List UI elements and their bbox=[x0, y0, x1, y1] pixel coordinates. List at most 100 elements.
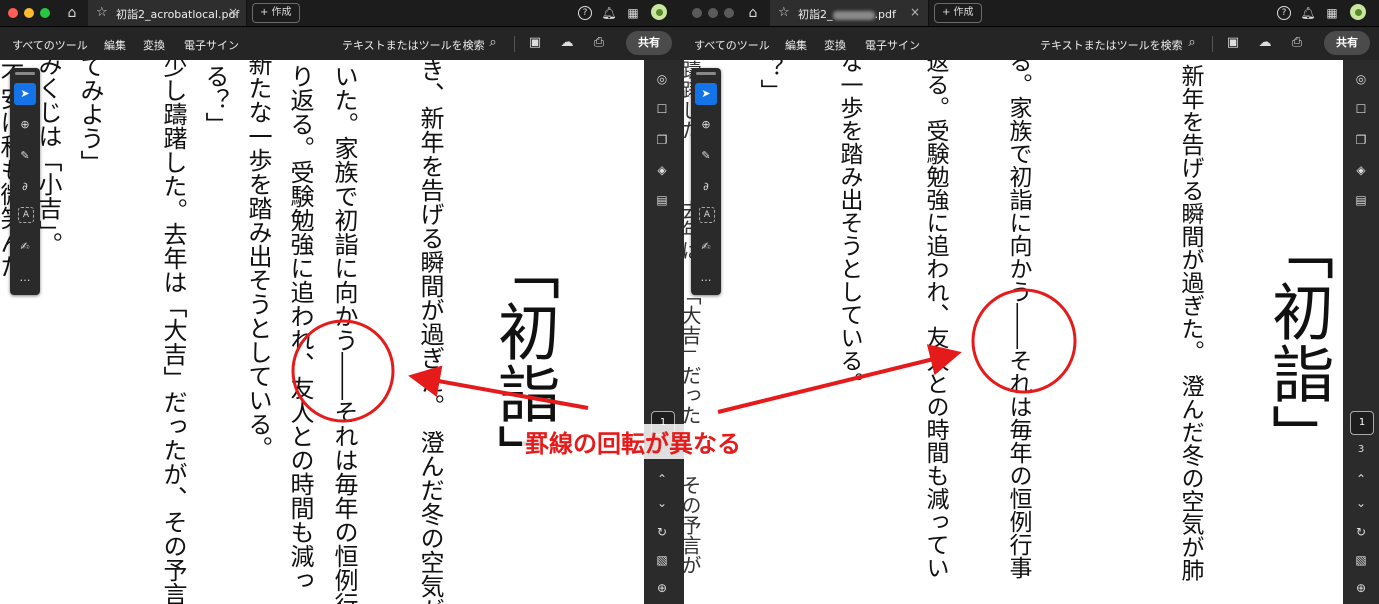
more-icon[interactable]: … bbox=[695, 267, 717, 289]
zoom-window-button[interactable] bbox=[40, 8, 50, 18]
avatar[interactable] bbox=[651, 4, 667, 20]
text-column: いた。家族で初詣に向かう――それは毎年の恒例行 bbox=[330, 64, 358, 604]
close-tab-icon[interactable]: × bbox=[910, 5, 920, 19]
text-select-icon[interactable]: A bbox=[18, 207, 34, 223]
draw-icon[interactable]: ∂ bbox=[695, 176, 717, 198]
text-column: 「大吉」だった bbox=[684, 285, 702, 425]
menu-convert[interactable]: 変換 bbox=[824, 37, 846, 53]
close-window-button[interactable] bbox=[692, 8, 702, 18]
select-icon[interactable]: ➤ bbox=[695, 83, 717, 105]
menu-convert[interactable]: 変換 bbox=[143, 37, 165, 53]
print-icon[interactable]: ⎙ bbox=[590, 34, 608, 52]
attachment-icon[interactable]: ▤ bbox=[653, 191, 671, 209]
sign-icon[interactable]: ✍ bbox=[14, 236, 36, 258]
help-icon[interactable]: ? bbox=[1277, 6, 1291, 20]
sign-icon[interactable]: ✍ bbox=[695, 236, 717, 258]
create-button[interactable]: + 作成 bbox=[934, 3, 982, 23]
zoom-in-icon[interactable]: ⊕ bbox=[1352, 579, 1370, 597]
close-window-button[interactable] bbox=[8, 8, 18, 18]
minimize-window-button[interactable] bbox=[24, 8, 34, 18]
chevron-up-icon[interactable]: ⌃ bbox=[1352, 470, 1370, 488]
menu-all-tools[interactable]: すべてのツール bbox=[12, 37, 88, 53]
rotate-icon[interactable]: ↻ bbox=[653, 523, 671, 541]
menu-edit[interactable]: 編集 bbox=[785, 37, 807, 53]
layers-icon[interactable]: ◈ bbox=[653, 161, 671, 179]
page-number-current[interactable]: 1 bbox=[1350, 411, 1374, 435]
select-icon[interactable]: ➤ bbox=[14, 83, 36, 105]
document-tab[interactable]: ☆ 初詣2_acrobatlocal.pdf × bbox=[88, 0, 247, 26]
text-column: り返る。受験勉強に追われ、友人との時間も減っ bbox=[286, 64, 314, 592]
star-icon[interactable]: ☆ bbox=[778, 5, 790, 20]
search-label[interactable]: テキストまたはツールを検索 bbox=[342, 37, 485, 53]
draw-icon[interactable]: ∂ bbox=[14, 176, 36, 198]
highlight-icon[interactable]: ✎ bbox=[14, 145, 36, 167]
chevron-down-icon[interactable]: ⌄ bbox=[1352, 494, 1370, 512]
star-icon[interactable]: ☆ bbox=[96, 5, 108, 20]
heading-title: 「初詣」 bbox=[1261, 218, 1334, 466]
attachment-icon[interactable]: ▤ bbox=[1352, 191, 1370, 209]
document-view[interactable]: 躊躇した 去年は 「大吉」だった その予言が 新年を告げる瞬間が過ぎた。 澄んだ… bbox=[684, 60, 1343, 604]
menu-e-sign[interactable]: 電子サイン bbox=[865, 37, 920, 53]
layers-icon[interactable]: ◈ bbox=[1352, 161, 1370, 179]
main-toolbar: すべてのツール 編集 変換 電子サイン テキストまたはツールを検索 ⌕ ▣ ☁ … bbox=[0, 27, 684, 60]
bookmark-icon[interactable]: ☐ bbox=[1352, 100, 1370, 118]
more-icon[interactable]: … bbox=[14, 267, 36, 289]
page-fit-icon[interactable]: ▧ bbox=[1352, 551, 1370, 569]
zoom-window-button[interactable] bbox=[724, 8, 734, 18]
home-icon[interactable]: ⌂ bbox=[744, 4, 762, 22]
help-icon[interactable]: ? bbox=[578, 6, 592, 20]
search-icon[interactable]: ⌕ bbox=[1183, 34, 1201, 52]
text-column: 新たな一歩を踏み出そうとしている。 bbox=[244, 60, 272, 460]
text-column: てみよう」 bbox=[76, 60, 104, 174]
floating-toolbar: ➤ ⊕ ✎ ∂ A ✍ … bbox=[691, 68, 721, 295]
document-tab-title: 初詣2_acrobatlocal.pdf bbox=[116, 8, 240, 21]
ai-assistant-icon[interactable]: ◎ bbox=[653, 70, 671, 88]
comment-icon[interactable]: ⊕ bbox=[695, 114, 717, 136]
ai-assistant-icon[interactable]: ◎ bbox=[1352, 70, 1370, 88]
text-select-icon[interactable]: A bbox=[699, 207, 715, 223]
share-button[interactable]: 共有 bbox=[626, 31, 672, 55]
drag-handle[interactable] bbox=[696, 72, 716, 75]
pages-icon[interactable]: ❐ bbox=[1352, 131, 1370, 149]
print-icon[interactable]: ⎙ bbox=[1288, 34, 1306, 52]
text-column: き、新年を告げる瞬間が過ぎた。 澄んだ冬の空気が bbox=[416, 60, 444, 604]
rotate-icon[interactable]: ↻ bbox=[1352, 523, 1370, 541]
text-column: 新年を告げる瞬間が過ぎた。 澄んだ冬の空気が肺 bbox=[1177, 64, 1203, 582]
text-column: る。家族で初詣に向かう――それは毎年の恒例行事 bbox=[1005, 60, 1031, 579]
pages-icon[interactable]: ❐ bbox=[653, 131, 671, 149]
page-fit-icon[interactable]: ▧ bbox=[653, 551, 671, 569]
drag-handle[interactable] bbox=[15, 72, 35, 75]
search-label[interactable]: テキストまたはツールを検索 bbox=[1040, 37, 1183, 53]
save-icon[interactable]: ▣ bbox=[1224, 34, 1242, 52]
home-icon[interactable]: ⌂ bbox=[63, 4, 81, 22]
close-tab-icon[interactable]: × bbox=[228, 5, 238, 19]
document-view[interactable]: き、新年を告げる瞬間が過ぎた。 澄んだ冬の空気が いた。家族で初詣に向かう――そ… bbox=[0, 60, 644, 604]
title-bar: ⌂ ☆ 初詣2_acrobatlocal.pdf × + 作成 ? 🔔︎ ▦ bbox=[0, 0, 684, 27]
search-icon[interactable]: ⌕ bbox=[484, 34, 502, 52]
notifications-bell-icon[interactable]: 🔔︎ bbox=[1300, 5, 1316, 21]
upload-cloud-icon[interactable]: ☁ bbox=[1256, 34, 1274, 52]
share-button[interactable]: 共有 bbox=[1324, 31, 1370, 55]
apps-grid-icon[interactable]: ▦ bbox=[1324, 5, 1340, 21]
menu-all-tools[interactable]: すべてのツール bbox=[694, 37, 770, 53]
highlight-icon[interactable]: ✎ bbox=[695, 145, 717, 167]
menu-e-sign[interactable]: 電子サイン bbox=[184, 37, 239, 53]
right-rail: ◎ ☐ ❐ ◈ ▤ 1 3 ⌃ ⌄ ↻ ▧ ⊕ bbox=[1343, 60, 1379, 604]
zoom-in-icon[interactable]: ⊕ bbox=[653, 579, 671, 597]
comment-icon[interactable]: ⊕ bbox=[14, 114, 36, 136]
document-tab[interactable]: ☆ 初詣2_ .pdf × bbox=[770, 0, 929, 26]
right-rail: ◎ ☐ ❐ ◈ ▤ 1 ⌃ ⌄ ↻ ▧ ⊕ bbox=[644, 60, 684, 604]
menu-edit[interactable]: 編集 bbox=[104, 37, 126, 53]
chevron-down-icon[interactable]: ⌄ bbox=[653, 494, 671, 512]
notifications-bell-icon[interactable]: 🔔︎ bbox=[601, 5, 617, 21]
upload-cloud-icon[interactable]: ☁ bbox=[558, 34, 576, 52]
create-button[interactable]: + 作成 bbox=[252, 3, 300, 23]
bookmark-icon[interactable]: ☐ bbox=[653, 100, 671, 118]
right-window: ⌂ ☆ 初詣2_ .pdf × + 作成 ? 🔔︎ ▦ すべてのツール 編集 変換… bbox=[684, 0, 1379, 604]
save-icon[interactable]: ▣ bbox=[526, 34, 544, 52]
minimize-window-button[interactable] bbox=[708, 8, 718, 18]
apps-grid-icon[interactable]: ▦ bbox=[625, 5, 641, 21]
chevron-up-icon[interactable]: ⌃ bbox=[653, 470, 671, 488]
left-window: ⌂ ☆ 初詣2_acrobatlocal.pdf × + 作成 ? 🔔︎ ▦ す… bbox=[0, 0, 684, 604]
avatar[interactable] bbox=[1350, 4, 1366, 20]
